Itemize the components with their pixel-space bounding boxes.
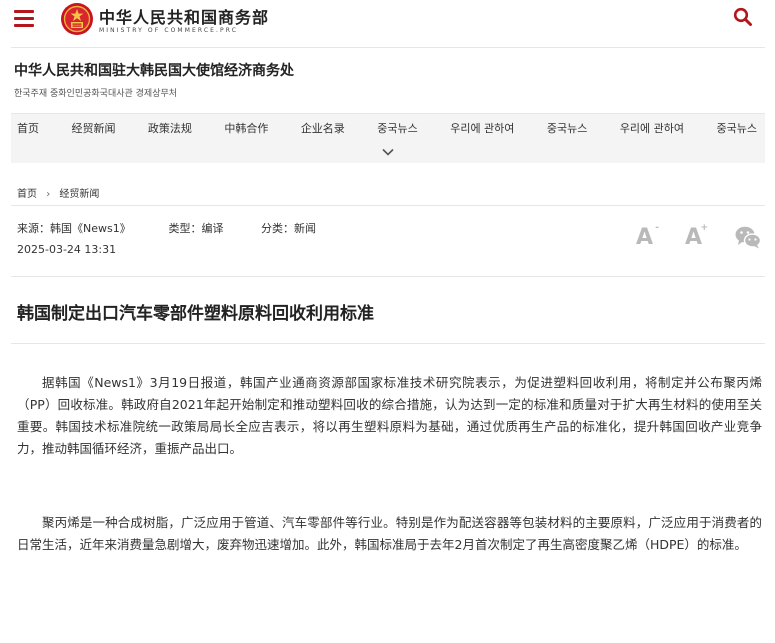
- article-paragraph: 据韩国《News1》3月19日报道，韩国产业通商资源部国家标准技术研究院表示，为…: [17, 375, 762, 456]
- divider: [11, 343, 765, 344]
- national-emblem-icon: [61, 3, 93, 35]
- breadcrumb: 首页 › 经贸新闻: [17, 185, 99, 200]
- menu-icon[interactable]: [14, 10, 34, 27]
- org-name: 中华人民共和国驻大韩民国大使馆经济商务处: [14, 63, 294, 79]
- article-date: 2025-03-24 13:31: [17, 243, 117, 256]
- nav-item[interactable]: 우리에 관하여: [450, 114, 514, 144]
- site-brand-name[interactable]: 中华人民共和国商务部: [99, 4, 269, 28]
- wechat-share-icon[interactable]: [734, 225, 762, 249]
- nav-item[interactable]: 中韩合作: [224, 114, 268, 144]
- minus-icon: -: [655, 223, 660, 233]
- nav-item[interactable]: 우리에 관하여: [620, 114, 684, 144]
- org-name-korean: 한국주재 중화인민공화국대사관 경제상무처: [14, 89, 178, 99]
- font-increase-button[interactable]: A +: [685, 223, 708, 250]
- nav-item[interactable]: 중국뉴스: [716, 114, 756, 144]
- article-source: 来源：韩国《News1》: [17, 222, 131, 235]
- font-letter: A: [685, 225, 703, 250]
- article-type: 类型：编译: [168, 222, 224, 235]
- nav-list: 首页 经贸新闻 政策法规 中韩合作 企业名录 중국뉴스 우리에 관하여 중국뉴스 우리에 관하여…: [11, 114, 765, 144]
- chevron-down-icon[interactable]: [381, 147, 395, 157]
- divider: [11, 276, 765, 277]
- nav-item[interactable]: 政策法规: [148, 114, 192, 144]
- divider: [11, 205, 765, 206]
- plus-icon: +: [700, 223, 709, 233]
- font-decrease-button[interactable]: A -: [636, 223, 659, 250]
- nav-item[interactable]: 중국뉴스: [547, 114, 587, 144]
- nav-item[interactable]: 首页: [17, 114, 39, 144]
- article-category: 分类：新闻: [261, 222, 316, 235]
- article-title: 韩国制定出口汽车零部件塑料原料回收利用标准: [17, 304, 374, 324]
- nav-item[interactable]: 企业名录: [301, 114, 345, 144]
- nav-item[interactable]: 중국뉴스: [377, 114, 417, 144]
- breadcrumb-current[interactable]: 经贸新闻: [59, 189, 99, 200]
- article-paragraph: 聚丙烯是一种合成树脂，广泛应用于管道、汽车零部件等行业。特别是作为配送容器等包装…: [17, 515, 762, 552]
- article-meta: 来源：韩国《News1》 类型：编译 分类：新闻: [17, 220, 316, 236]
- site-brand-english: MINISTRY OF COMMERCE.PRC: [99, 27, 239, 34]
- divider: [11, 47, 765, 48]
- breadcrumb-home[interactable]: 首页: [17, 189, 37, 200]
- nav-item[interactable]: 经贸新闻: [71, 114, 115, 144]
- main-nav: 首页 经贸新闻 政策法规 中韩合作 企业名录 중국뉴스 우리에 관하여 중국뉴스 우리에 관하여…: [11, 113, 765, 163]
- breadcrumb-separator: ›: [46, 189, 51, 200]
- search-icon[interactable]: [733, 7, 753, 27]
- font-letter: A: [636, 225, 654, 250]
- top-bar: 中华人民共和国商务部 MINISTRY OF COMMERCE.PRC: [0, 0, 775, 44]
